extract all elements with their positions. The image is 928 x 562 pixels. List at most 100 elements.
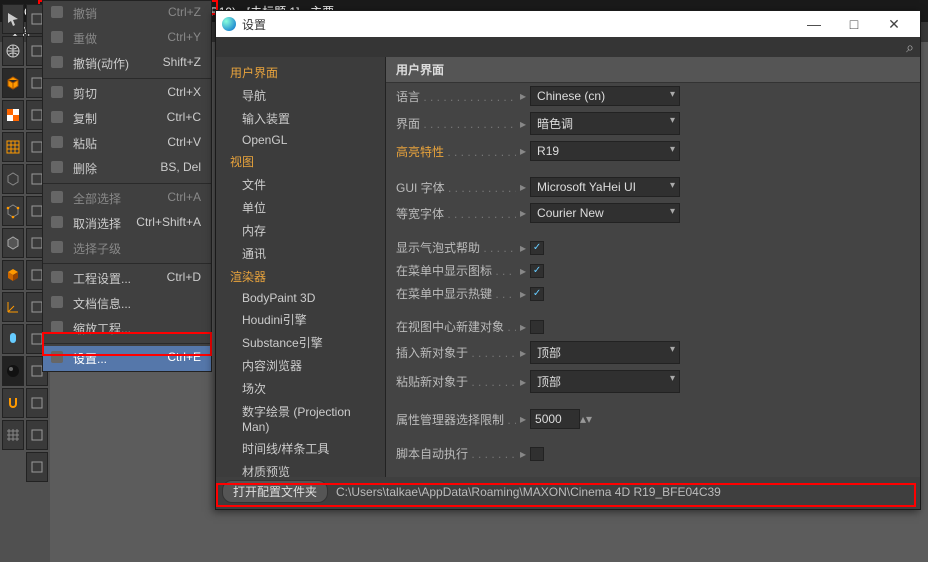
menu-item-label: 撤销 [73,5,97,22]
menu-item-label: 工程设置... [73,270,131,287]
field-label: 在菜单中显示热键 [396,285,516,302]
menu-item-icon [49,239,65,255]
menu-item-icon [49,109,65,125]
menu-item-icon [49,269,65,285]
tool-grid2-icon[interactable] [2,420,24,450]
menu-item-文档信息...[interactable]: 文档信息... [43,291,211,316]
menu-item-撤销[interactable]: 撤销Ctrl+Z [43,1,211,26]
tool-grid-icon[interactable] [2,132,24,162]
category-文件[interactable]: 文件 [216,173,385,196]
tool-cube-icon[interactable] [2,68,24,98]
category-渲染器[interactable]: 渲染器 [216,265,385,288]
select-GUI 字体[interactable]: Microsoft YaHei UI [530,177,680,197]
menu-item-复制[interactable]: 复制Ctrl+C [43,106,211,131]
tool-face-cube-icon[interactable] [2,260,24,290]
checkbox-显示气泡式帮助[interactable]: ✓ [530,241,544,255]
select-插入新对象于[interactable]: 顶部 [530,341,680,364]
tool-magnet-icon[interactable] [2,388,24,418]
checkbox-在菜单中显示图标[interactable]: ✓ [530,264,544,278]
category-用户界面[interactable]: 用户界面 [216,61,385,84]
category-BodyPaint 3D[interactable]: BodyPaint 3D [216,288,385,308]
field-label: 语言 [396,88,516,105]
menu-item-label: 文档信息... [73,295,131,312]
category-单位[interactable]: 单位 [216,196,385,219]
chevron-right-icon: ▸ [520,346,526,360]
menu-item-label: 重做 [73,30,97,47]
maximize-button[interactable]: □ [834,16,874,32]
subtool-12[interactable] [26,388,48,418]
category-导航[interactable]: 导航 [216,84,385,107]
menu-item-全部选择[interactable]: 全部选择Ctrl+A [43,186,211,211]
close-button[interactable]: ✕ [874,16,914,33]
chevron-right-icon: ▸ [520,144,526,158]
menu-item-剪切[interactable]: 剪切Ctrl+X [43,81,211,106]
tool-axis-icon[interactable] [2,292,24,322]
category-内存[interactable]: 内存 [216,219,385,242]
category-时间线/样条工具[interactable]: 时间线/样条工具 [216,437,385,460]
number-属性管理器选择限制[interactable]: 5000 [530,409,580,429]
menu-item-label: 取消选择 [73,215,121,232]
tool-globe-icon[interactable] [2,36,24,66]
tool-edge-cube-icon[interactable] [2,228,24,258]
menu-item-取消选择[interactable]: 取消选择Ctrl+Shift+A [43,211,211,236]
menu-item-撤销(动作)[interactable]: 撤销(动作)Shift+Z [43,51,211,76]
category-OpenGL[interactable]: OpenGL [216,130,385,150]
select-界面[interactable]: 暗色调 [530,112,680,135]
select-粘贴新对象于[interactable]: 顶部 [530,370,680,393]
spinner-icon[interactable]: ▴▾ [580,412,592,426]
category-材质预览[interactable]: 材质预览 [216,460,385,477]
menu-item-工程设置...[interactable]: 工程设置... Ctrl+D [43,266,211,291]
menu-item-icon [49,84,65,100]
search-icon[interactable]: ⌕ [906,39,914,56]
checkbox-在视图中心新建对象[interactable] [530,320,544,334]
field-label: 脚本自动执行 [396,445,516,462]
menu-item-shortcut: Ctrl+D [167,270,201,287]
tool-point-cube-icon[interactable] [2,196,24,226]
menu-item-设置...[interactable]: 设置...Ctrl+E [43,346,211,371]
category-场次[interactable]: 场次 [216,377,385,400]
menu-item-重做[interactable]: 重做 Ctrl+Y [43,26,211,51]
menu-item-icon [49,189,65,205]
category-视图[interactable]: 视图 [216,150,385,173]
menu-item-icon [49,349,65,365]
menu-item-shortcut: Ctrl+C [167,110,201,127]
menu-item-label: 设置... [73,350,107,367]
field-在菜单中显示图标: 在菜单中显示图标▸✓ [386,259,920,282]
subtool-14[interactable] [26,452,48,482]
minimize-button[interactable]: — [794,16,834,32]
open-config-button[interactable]: 打开配置文件夹 [222,480,328,503]
select-高亮特性[interactable]: R19 [530,141,680,161]
subtool-13[interactable] [26,420,48,450]
tool-checker-icon[interactable] [2,100,24,130]
menu-item-label: 全部选择 [73,190,121,207]
menu-item-shortcut: Ctrl+Y [167,30,201,47]
category-数字绘景 (Projection Man)[interactable]: 数字绘景 (Projection Man) [216,400,385,437]
config-path-bar: 打开配置文件夹 C:\Users\talkae\AppData\Roaming\… [216,480,914,503]
select-语言[interactable]: Chinese (cn) [530,86,680,106]
field-GUI 字体: GUI 字体▸Microsoft YaHei UI [386,174,920,200]
chevron-right-icon: ▸ [520,287,526,301]
category-通讯[interactable]: 通讯 [216,242,385,265]
tool-mouse-icon[interactable] [2,324,24,354]
menu-item-删除[interactable]: 删除BS, Del [43,156,211,181]
checkbox-脚本自动执行[interactable] [530,447,544,461]
field-label: GUI 字体 [396,179,516,196]
tool-sphere-icon[interactable] [2,356,24,386]
field-label: 在菜单中显示图标 [396,262,516,279]
menu-item-icon [49,214,65,230]
menu-item-shortcut: BS, Del [160,160,201,177]
menu-item-选择子级[interactable]: 选择子级 [43,236,211,261]
menu-item-缩放工程...[interactable]: 缩放工程... [43,316,211,341]
category-Houdini引擎[interactable]: Houdini引擎 [216,308,385,331]
category-输入装置[interactable]: 输入装置 [216,107,385,130]
tool-wire-cube-icon[interactable] [2,164,24,194]
menu-item-icon [49,294,65,310]
menu-item-粘贴[interactable]: 粘贴Ctrl+V [43,131,211,156]
settings-titlebar[interactable]: 设置 — □ ✕ [216,11,920,37]
tool-select-icon[interactable] [2,4,24,34]
select-等宽字体[interactable]: Courier New [530,203,680,223]
category-内容浏览器[interactable]: 内容浏览器 [216,354,385,377]
checkbox-在菜单中显示热键[interactable]: ✓ [530,287,544,301]
category-Substance引擎[interactable]: Substance引擎 [216,331,385,354]
category-list[interactable]: 用户界面导航输入装置OpenGL视图文件单位内存通讯渲染器BodyPaint 3… [216,57,386,477]
